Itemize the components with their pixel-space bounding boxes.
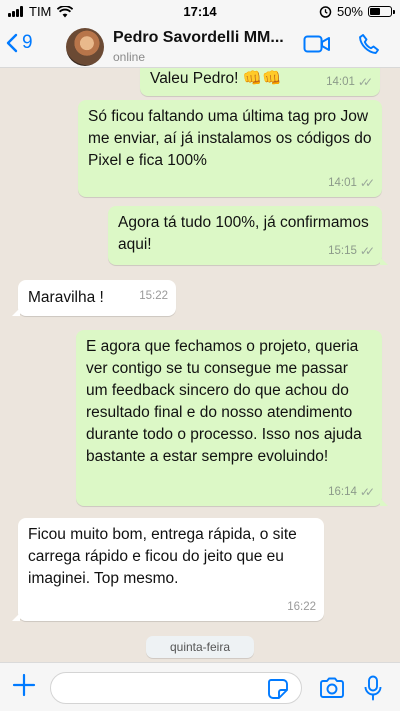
camera-icon[interactable] xyxy=(319,677,345,699)
message-bubble[interactable]: Ficou muito bom, entrega rápida, o site … xyxy=(12,518,324,621)
message-text: Ficou muito bom, entrega rápida, o site … xyxy=(28,526,297,587)
message-meta: 14:01 ✓✓ xyxy=(326,71,373,93)
message-meta: 15:22 xyxy=(139,285,168,307)
back-button[interactable]: 9 xyxy=(6,32,33,54)
message-meta: 14:01 ✓✓ xyxy=(328,172,375,194)
battery-percent: 50% xyxy=(336,4,363,19)
double-check-icon: ✓✓ xyxy=(357,75,373,89)
chevron-left-icon xyxy=(6,33,18,53)
message-time: 14:01 xyxy=(326,76,355,88)
alarm-icon xyxy=(319,6,332,18)
microphone-icon[interactable] xyxy=(364,675,382,701)
composer-bar xyxy=(0,662,400,711)
message-bubble[interactable]: Agora tá tudo 100%, já confirmamos aqui!… xyxy=(108,206,388,265)
contact-name[interactable]: Pedro Savordelli MM... xyxy=(113,29,293,47)
message-bubble[interactable]: Maravilha ! 15:22 xyxy=(12,280,176,316)
battery-icon xyxy=(368,6,395,17)
avatar[interactable] xyxy=(66,28,104,66)
double-check-icon: ✓✓ xyxy=(359,176,375,190)
back-unread-count: 9 xyxy=(22,32,33,53)
chat-header: 9 Pedro Savordelli MM... online xyxy=(0,24,400,68)
message-meta: 15:15 ✓✓ xyxy=(328,240,375,262)
message-meta: 16:14 ✓✓ xyxy=(328,481,375,503)
date-divider: quinta-feira xyxy=(146,636,254,658)
double-check-icon: ✓✓ xyxy=(359,485,375,499)
double-check-icon: ✓✓ xyxy=(359,244,375,258)
message-time: 14:01 xyxy=(328,177,357,189)
video-call-icon[interactable] xyxy=(303,34,331,54)
message-meta: 16:22 xyxy=(287,596,316,618)
status-bar: TIM 17:14 50% xyxy=(0,0,400,24)
message-text: Só ficou faltando uma última tag pro Jow… xyxy=(88,108,372,169)
plus-icon[interactable] xyxy=(12,673,36,697)
message-time: 15:15 xyxy=(328,245,357,257)
message-bubble[interactable]: Só ficou faltando uma última tag pro Jow… xyxy=(78,100,382,197)
message-text: E agora que fechamos o projeto, queria v… xyxy=(86,338,362,465)
message-bubble[interactable]: E agora que fechamos o projeto, queria v… xyxy=(76,330,388,506)
chat-area[interactable]: Valeu Pedro! 👊👊 14:01 ✓✓ Só ficou faltand… xyxy=(0,68,400,662)
message-text: Maravilha ! xyxy=(28,289,104,306)
message-text: Valeu Pedro! 👊👊 xyxy=(150,70,282,87)
status-right: 50% xyxy=(319,4,395,19)
message-input[interactable] xyxy=(50,672,302,704)
message-time: 15:22 xyxy=(139,290,168,302)
message-time: 16:22 xyxy=(287,601,316,613)
message-bubble[interactable]: Valeu Pedro! 👊👊 14:01 ✓✓ xyxy=(140,68,380,96)
message-time: 16:14 xyxy=(328,486,357,498)
sticker-icon[interactable] xyxy=(267,678,289,700)
contact-status: online xyxy=(113,50,146,64)
phone-call-icon[interactable] xyxy=(358,33,380,55)
